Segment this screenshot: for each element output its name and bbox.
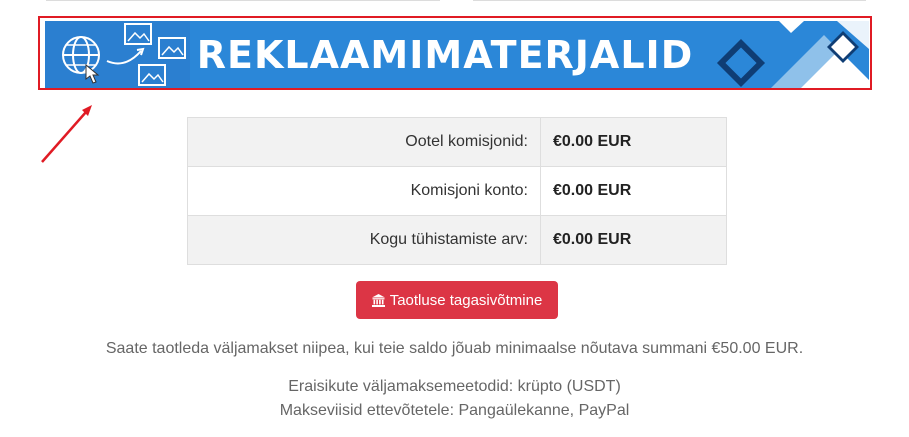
pointer-arrow-icon: [41, 105, 92, 163]
request-withdrawal-button[interactable]: Taotluse tagasivõtmine: [356, 281, 558, 319]
private-payout-methods: Eraisikute väljamaksemeetodid: krüpto (U…: [288, 378, 621, 395]
top-divider-left: [46, 0, 440, 1]
stat-value: €0.00 EUR: [540, 117, 727, 167]
stat-value: €0.00 EUR: [540, 215, 727, 265]
table-row: Kogu tühistamiste arv: €0.00 EUR: [187, 215, 727, 265]
stat-label: Komisjoni konto:: [187, 166, 541, 216]
business-payout-methods: Makseviisid ettevõtetele: Pangaülekanne,…: [279, 402, 630, 419]
table-row: Komisjoni konto: €0.00 EUR: [187, 166, 727, 216]
request-withdrawal-label: Taotluse tagasivõtmine: [389, 291, 543, 309]
top-divider-right: [473, 0, 866, 1]
min-payout-note: Saate taotleda väljamakset niipea, kui t…: [105, 340, 804, 357]
stat-value: €0.00 EUR: [540, 166, 727, 216]
bank-icon: [371, 293, 385, 307]
stat-label: Kogu tühistamiste arv:: [187, 215, 541, 265]
stat-label: Ootel komisjonid:: [187, 117, 541, 167]
commission-stats-table: Ootel komisjonid: €0.00 EUR Komisjoni ko…: [187, 117, 727, 265]
banner-highlight-frame: [38, 16, 872, 90]
table-row: Ootel komisjonid: €0.00 EUR: [187, 117, 727, 167]
